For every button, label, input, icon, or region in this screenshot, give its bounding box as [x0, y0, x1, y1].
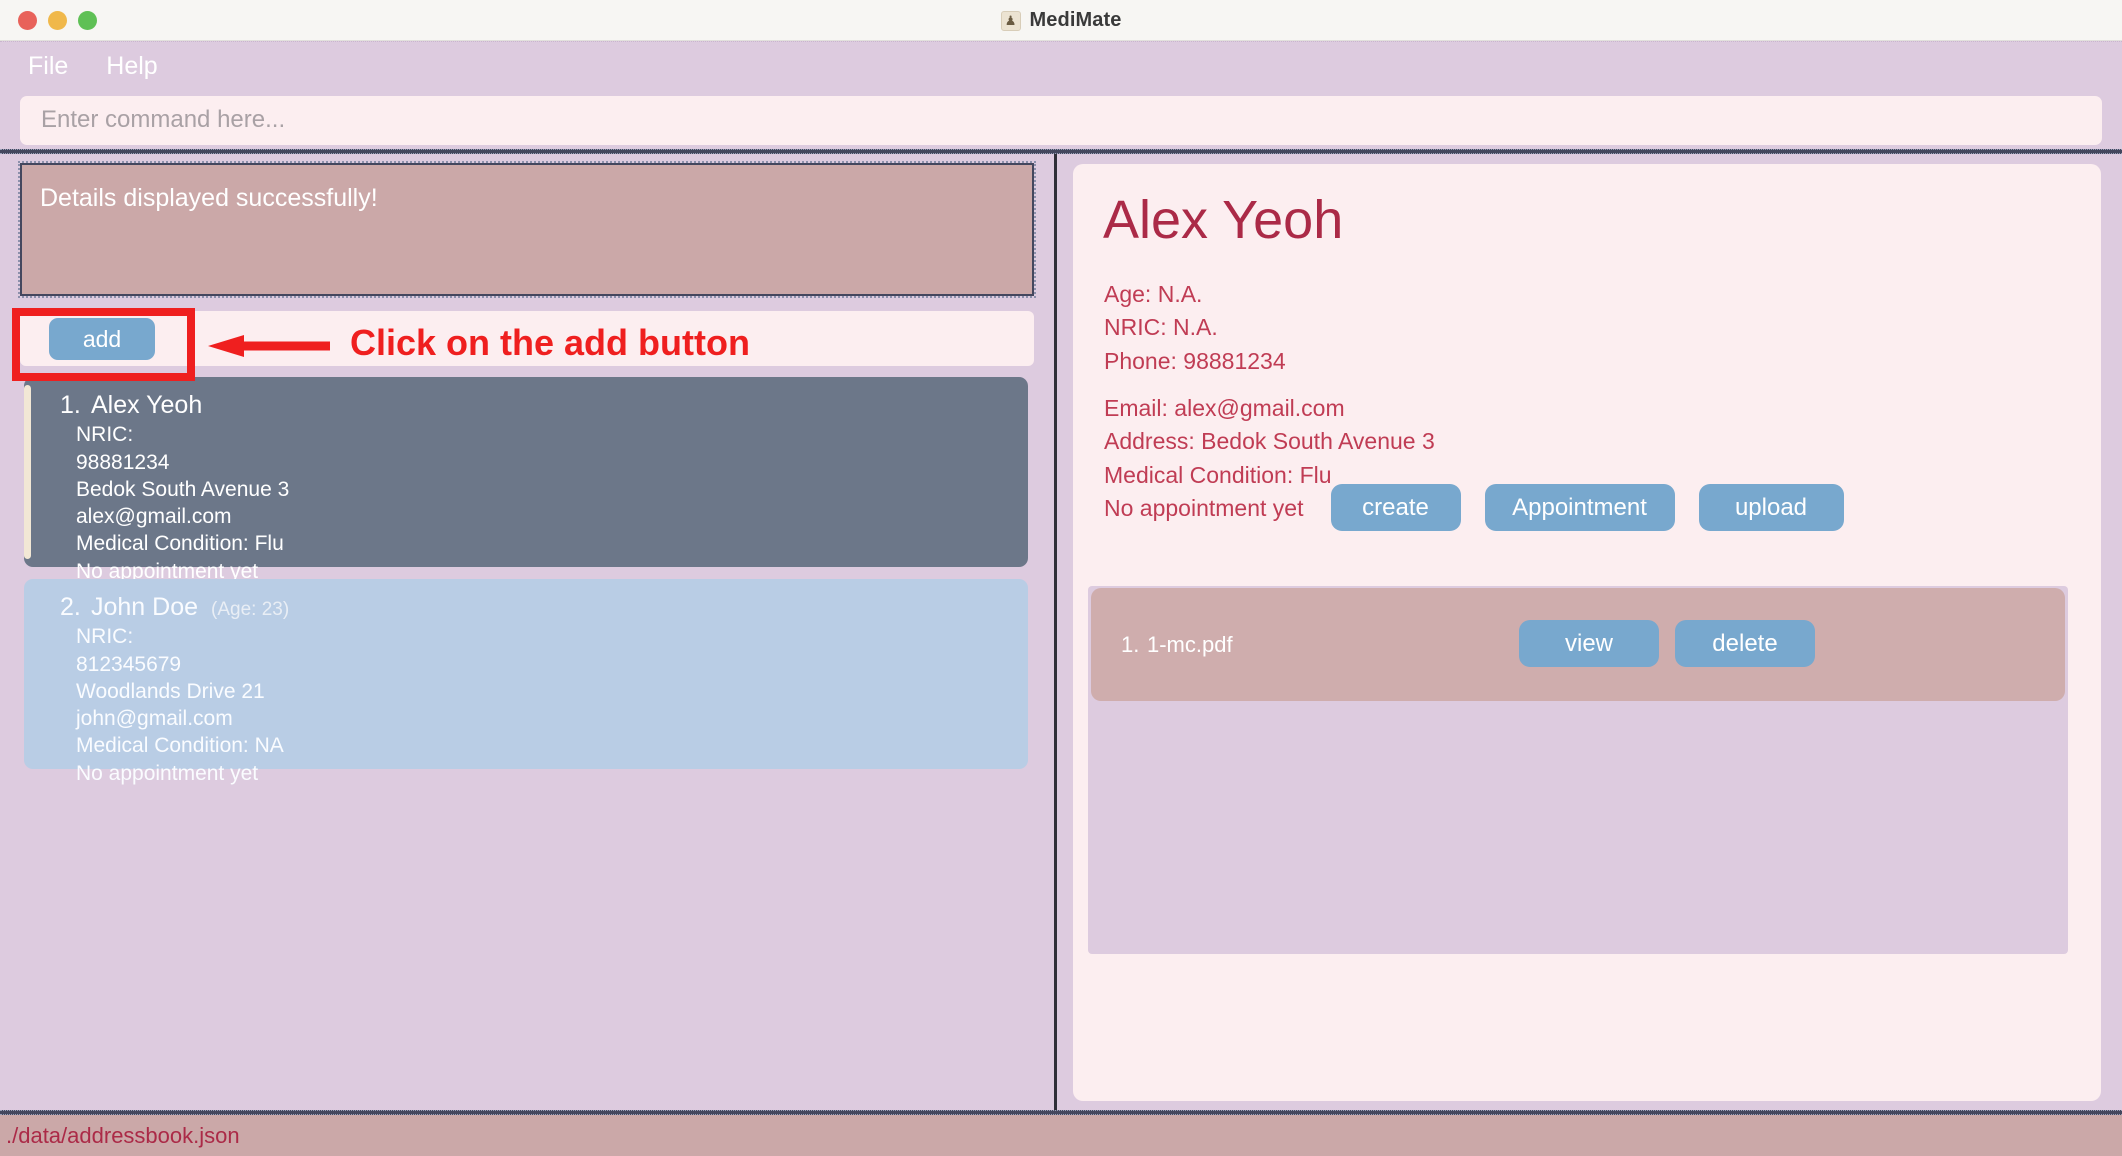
detail-age: Age: N.A. — [1104, 281, 1203, 307]
menu-item-help[interactable]: Help — [92, 54, 171, 79]
window-title: MediMate — [1029, 9, 1122, 31]
appointment-button[interactable]: Appointment — [1484, 484, 1675, 531]
left-panel: Details displayed successfully! add 1. A… — [0, 154, 1054, 1110]
person-index: 2. — [60, 593, 81, 621]
status-bar: ./data/addressbook.json — [0, 1115, 2122, 1156]
list-item[interactable]: 2. John Doe (Age: 23) NRIC: 812345679 Wo… — [24, 579, 1028, 785]
person-nric-label: NRIC: — [76, 423, 134, 447]
result-display-box: Details displayed successfully! — [18, 161, 1036, 298]
person-age: (Age: 23) — [211, 599, 290, 620]
window-controls[interactable] — [18, 10, 97, 30]
result-message: Details displayed successfully! — [40, 184, 378, 212]
view-file-button[interactable]: view — [1519, 620, 1659, 667]
right-panel: Alex Yeoh Age: N.A. NRIC: N.A. Phone: 98… — [1057, 154, 2122, 1110]
detail-spacer — [1104, 378, 1435, 392]
person-nric-value: 98881234 — [76, 450, 170, 474]
person-card-title: 2. John Doe (Age: 23) — [24, 592, 1028, 623]
person-nric-value: 812345679 — [76, 652, 182, 676]
detail-email: Email: alex@gmail.com — [1104, 395, 1345, 422]
add-button[interactable]: add — [49, 318, 155, 360]
detail-nric: NRIC: N.A. — [1104, 314, 1218, 341]
person-address: Woodlands Drive 21 — [76, 679, 265, 703]
detail-phone: Phone: 98881234 — [1104, 347, 1286, 374]
person-card-title: 1. Alex Yeoh — [24, 390, 1028, 421]
person-condition: Medical Condition: NA — [76, 734, 284, 758]
close-window-button[interactable] — [18, 10, 37, 30]
detail-address: Address: Bedok South Avenue 3 — [1104, 428, 1435, 455]
window-titlebar: ♟ MediMate — [0, 0, 2122, 41]
main-content: Details displayed successfully! add 1. A… — [0, 154, 2122, 1110]
table-row[interactable]: 1. 1-mc.pdf view delete — [1091, 588, 2065, 701]
file-index: 1. — [1121, 631, 1140, 657]
maximize-window-button[interactable] — [78, 10, 97, 30]
person-email: alex@gmail.com — [76, 505, 232, 529]
person-index: 1. — [60, 391, 81, 419]
person-nric-label: NRIC: — [76, 625, 134, 649]
file-name: 1-mc.pdf — [1147, 631, 1233, 657]
window-title-group: ♟ MediMate — [0, 0, 2122, 41]
person-address: Bedok South Avenue 3 — [76, 477, 290, 501]
person-name: John Doe — [91, 593, 199, 621]
add-button-row: add — [20, 311, 1034, 366]
person-appointment: No appointment yet — [76, 761, 259, 785]
card-accent-bar — [24, 385, 31, 559]
status-file-path: ./data/addressbook.json — [6, 1122, 240, 1148]
attachment-list-container: 1. 1-mc.pdf view delete — [1088, 586, 2068, 954]
create-button[interactable]: create — [1330, 484, 1461, 531]
menu-item-file[interactable]: File — [14, 54, 82, 79]
person-detail-panel: Alex Yeoh Age: N.A. NRIC: N.A. Phone: 98… — [1073, 164, 2101, 1101]
command-bar — [0, 91, 2122, 149]
minimize-window-button[interactable] — [48, 10, 67, 30]
command-input[interactable] — [20, 95, 2102, 145]
person-condition: Medical Condition: Flu — [76, 532, 284, 556]
menu-bar: File Help — [0, 41, 2122, 91]
delete-file-button[interactable]: delete — [1675, 620, 1815, 667]
detail-action-row: create Appointment upload — [1073, 484, 2101, 531]
detail-person-name: Alex Yeoh — [1103, 190, 1344, 250]
person-email: john@gmail.com — [76, 707, 233, 731]
person-name: Alex Yeoh — [91, 391, 203, 419]
file-action-group: view delete — [1519, 620, 1815, 667]
list-item[interactable]: 1. Alex Yeoh NRIC: 98881234 Bedok South … — [24, 377, 1028, 583]
upload-button[interactable]: upload — [1698, 484, 1844, 531]
app-logo-icon: ♟ — [1000, 10, 1021, 31]
